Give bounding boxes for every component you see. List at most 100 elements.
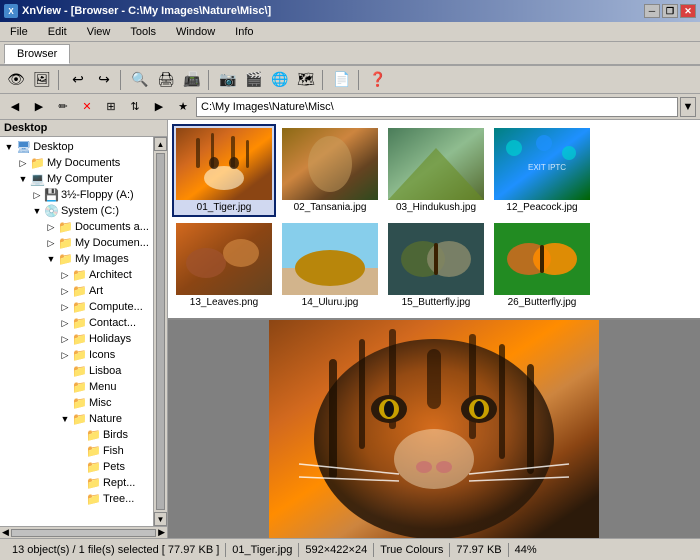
desktop-icon: 🖥 [16,140,31,154]
expand-icon-compute: ▷ [58,302,72,313]
tab-browser-label: Browser [17,48,57,60]
addr-edit-btn[interactable]: ✏ [52,97,74,117]
tree-item-mycomputer[interactable]: ▼ 💻 My Computer [0,171,153,187]
scrollbar-thumb[interactable] [156,153,165,510]
menu-window[interactable]: Window [170,24,221,40]
tree-item-desktop[interactable]: ▼ 🖥 Desktop [0,139,153,155]
toolbar-sep1 [58,70,62,90]
tree-item-myimages[interactable]: ▼ 📁 My Images [0,251,153,267]
tansania-svg [282,128,378,200]
status-zoom: 44% [509,543,543,557]
folder-icon-lisboa: 📁 [72,364,87,378]
thumb-label-uluru: 14_Uluru.jpg [302,297,359,308]
tree-item-pets[interactable]: 📁 Pets [0,459,153,475]
tree-item-systemc[interactable]: ▼ 💿 System (C:) [0,203,153,219]
addr-view-btn[interactable]: ⊞ [100,97,122,117]
leaves-svg [176,223,272,295]
tree-item-tree[interactable]: 📁 Tree... [0,491,153,507]
menu-tools[interactable]: Tools [124,24,162,40]
addr-filter-btn[interactable]: ▶ [148,97,170,117]
addr-sort-btn[interactable]: ⇅ [124,97,146,117]
toolbar-globe-btn[interactable]: 🌐 [268,69,292,91]
folder-icon-nature: 📁 [72,412,87,426]
tree-item-misc[interactable]: 📁 Misc [0,395,153,411]
toolbar-sep3 [208,70,212,90]
scrollbar-down-btn[interactable]: ▼ [154,512,167,526]
main-layout: Desktop ▼ 🖥 Desktop ▷ 📁 My Documents ▼ 💻… [0,120,700,538]
preview-area [168,320,700,538]
toolbar-map-btn[interactable]: 🗺 [294,69,318,91]
tree-scrollbar[interactable]: ▲ ▼ [153,137,167,526]
tab-browser[interactable]: Browser [4,44,70,64]
toolbar-doc-btn[interactable]: 📄 [330,69,354,91]
expand-icon-architect: ▷ [58,270,72,281]
tree-item-lisboa[interactable]: 📁 Lisboa [0,363,153,379]
tree-item-rept[interactable]: 📁 Rept... [0,475,153,491]
folder-icon-mydocsc: 📁 [58,236,73,250]
addr-back-btn[interactable]: ◀ [4,97,26,117]
tree-item-architect[interactable]: ▷ 📁 Architect [0,267,153,283]
hscroll-track[interactable] [11,529,156,537]
address-input[interactable] [196,97,678,117]
toolbar-camera-btn[interactable]: 📷 [216,69,240,91]
toolbar-scan-btn[interactable]: 📠 [180,69,204,91]
folder-icon-rept: 📁 [86,476,101,490]
close-button[interactable]: ✕ [680,4,696,18]
thumb-uluru[interactable]: 14_Uluru.jpg [278,219,382,312]
menu-edit[interactable]: Edit [42,24,73,40]
minimize-button[interactable]: ─ [644,4,660,18]
thumb-tansania[interactable]: 02_Tansania.jpg [278,124,382,217]
expand-icon-floppy: ▷ [30,190,44,201]
toolbar-back-btn[interactable]: ↩ [66,69,90,91]
tree-item-holidays[interactable]: ▷ 📁 Holidays [0,331,153,347]
addr-star-btn[interactable]: ★ [172,97,194,117]
hscroll-right-btn[interactable]: ▶ [158,527,165,538]
tree-item-mydocs[interactable]: ▷ 📁 My Documents [0,155,153,171]
tree-item-birds[interactable]: 📁 Birds [0,427,153,443]
toolbar-eye-btn[interactable]: 👁 [4,69,28,91]
tree-item-compute[interactable]: ▷ 📁 Compute... [0,299,153,315]
address-dropdown[interactable]: ▼ [680,97,696,117]
address-toolbar: ◀ ▶ ✏ ✕ ⊞ ⇅ ▶ ★ ▼ [0,94,700,120]
toolbar-print-btn[interactable]: 🖨 [154,69,178,91]
tree-item-floppy[interactable]: ▷ 💾 3½-Floppy (A:) [0,187,153,203]
tree-h-scrollbar[interactable]: ◀ ▶ [0,526,167,538]
tree-item-menu[interactable]: 📁 Menu [0,379,153,395]
tree-label-lisboa: Lisboa [89,365,121,377]
tree-label-mycomputer: My Computer [47,173,113,185]
thumb-leaves[interactable]: 13_Leaves.png [172,219,276,312]
tree-label-floppy: 3½-Floppy (A:) [61,189,134,201]
thumb-label-butterfly1: 15_Butterfly.jpg [402,297,471,308]
tree-label-systemc: System (C:) [61,205,119,217]
toolbar-help-btn[interactable]: ❓ [366,69,390,91]
expand-icon-icons: ▷ [58,350,72,361]
menu-view[interactable]: View [81,24,117,40]
tree-label-contact: Contact... [89,317,136,329]
main-toolbar: 👁 🖼 ↩ ↪ 🔍 🖨 📠 📷 🎬 🌐 🗺 📄 ❓ [0,66,700,94]
toolbar-zoom-btn[interactable]: 🔍 [128,69,152,91]
toolbar-film-btn[interactable]: 🎬 [242,69,266,91]
scrollbar-up-btn[interactable]: ▲ [154,137,167,151]
thumb-hindukush[interactable]: 03_Hindukush.jpg [384,124,488,217]
thumb-butterfly1[interactable]: 15_Butterfly.jpg [384,219,488,312]
tree-item-nature[interactable]: ▼ 📁 Nature [0,411,153,427]
toolbar-thumb-btn[interactable]: 🖼 [30,69,54,91]
toolbar-forward-btn[interactable]: ↪ [92,69,116,91]
tree-item-docsa[interactable]: ▷ 📁 Documents a... [0,219,153,235]
tree-item-mydocsc[interactable]: ▷ 📁 My Documen... [0,235,153,251]
tree-item-fish[interactable]: 📁 Fish [0,443,153,459]
menu-file[interactable]: File [4,24,34,40]
tree-item-icons[interactable]: ▷ 📁 Icons [0,347,153,363]
addr-delete-btn[interactable]: ✕ [76,97,98,117]
thumb-img-butterfly1 [388,223,484,295]
hscroll-left-btn[interactable]: ◀ [2,527,9,538]
tree-item-art[interactable]: ▷ 📁 Art [0,283,153,299]
tree-item-contact[interactable]: ▷ 📁 Contact... [0,315,153,331]
expand-icon-mydocsc: ▷ [44,238,58,249]
thumb-tiger[interactable]: 01_Tiger.jpg [172,124,276,217]
thumb-butterfly2[interactable]: 26_Butterfly.jpg [490,219,594,312]
addr-forward-btn[interactable]: ▶ [28,97,50,117]
restore-button[interactable]: ❐ [662,4,678,18]
menu-info[interactable]: Info [229,24,259,40]
thumb-peacock[interactable]: EXIT IPTC 12_Peacock.jpg [490,124,594,217]
